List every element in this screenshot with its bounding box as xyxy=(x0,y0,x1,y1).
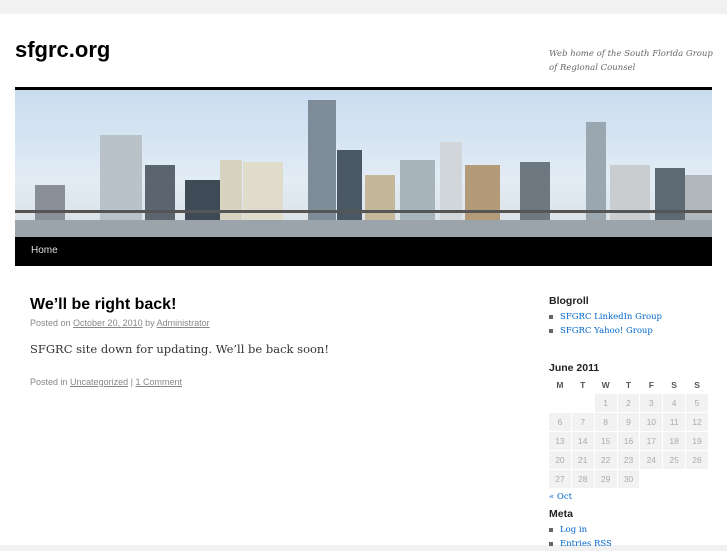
by-label: by xyxy=(145,318,155,328)
calendar-week: 6 7 8 9 10 11 12 xyxy=(549,413,708,431)
calendar-day: 19 xyxy=(686,432,708,450)
site-title[interactable]: sfgrc.org xyxy=(15,37,110,63)
calendar-day: 18 xyxy=(663,432,686,450)
calendar-day: 22 xyxy=(594,451,617,469)
calendar-widget: June 2011 M T W T F S S 1 2 3 4 5 6 7 8 9 10 11 12 13 14 15 16… xyxy=(549,362,709,502)
calendar-day: 17 xyxy=(640,432,663,450)
calendar-day: 7 xyxy=(571,413,594,431)
calendar-day: 9 xyxy=(617,413,640,431)
post-date-link[interactable]: October 20, 2010 xyxy=(73,318,143,328)
blogroll-link-linkedin[interactable]: SFGRC LinkedIn Group xyxy=(560,312,662,322)
calendar-day: 1 xyxy=(594,394,617,412)
calendar-week: 12345 xyxy=(549,394,708,412)
calendar-day: 26 xyxy=(686,451,708,469)
calendar-day: 8 xyxy=(594,413,617,431)
post: We’ll be right back! Posted on October 2… xyxy=(30,296,510,387)
calendar-day: 25 xyxy=(663,451,686,469)
calendar-empty-cell xyxy=(549,394,571,412)
calendar-day: 11 xyxy=(663,413,686,431)
calendar-day: 4 xyxy=(663,394,686,412)
blogroll-title: Blogroll xyxy=(549,295,589,307)
calendar-day: 12 xyxy=(686,413,708,431)
calendar-day: 3 xyxy=(640,394,663,412)
calendar-day-header: S xyxy=(671,380,677,390)
separator: | xyxy=(130,377,133,387)
calendar-day-header: T xyxy=(625,380,632,390)
calendar-day: 5 xyxy=(686,394,708,412)
post-title[interactable]: We’ll be right back! xyxy=(30,296,510,314)
post-meta: Posted on October 20, 2010 by Administra… xyxy=(30,318,510,328)
calendar-title: June 2011 xyxy=(549,362,600,374)
calendar-day: 16 xyxy=(617,432,640,450)
calendar-day: 29 xyxy=(594,470,617,488)
post-footer: Posted in Uncategorized | 1 Comment xyxy=(30,377,510,387)
list-item: Log in xyxy=(549,523,709,537)
post-body: SFGRC site down for updating. We’ll be b… xyxy=(30,342,329,356)
calendar-day-header: T xyxy=(580,380,586,390)
calendar-day: 10 xyxy=(640,413,663,431)
login-link[interactable]: Log in xyxy=(560,525,587,535)
calendar-day-header: M xyxy=(556,380,564,390)
calendar-week: 20 21 22 23 24 25 26 xyxy=(549,451,708,469)
calendar-week: 27 28 29 30 xyxy=(549,470,708,488)
calendar-empty-cell xyxy=(572,394,594,412)
nav-home[interactable]: Home xyxy=(31,245,58,256)
site-description: Web home of the South Florida Group of R… xyxy=(549,49,713,73)
calendar-day: 20 xyxy=(549,451,571,469)
category-link[interactable]: Uncategorized xyxy=(70,377,128,387)
calendar-day-header: S xyxy=(694,380,700,390)
calendar-day: 13 xyxy=(549,432,571,450)
calendar-day: 24 xyxy=(640,451,663,469)
calendar-empty-cell xyxy=(686,470,708,488)
author-link[interactable]: Administrator xyxy=(157,318,210,328)
calendar-day: 30 xyxy=(617,470,640,488)
posted-on-label: Posted on xyxy=(30,318,71,328)
calendar-empty-cell xyxy=(640,470,662,488)
calendar-week: 13 14 15 16 17 18 19 xyxy=(549,432,708,450)
calendar-table: M T W T F S S 1 2 3 4 5 6 7 8 9 10 11 12 13 14 15 16 17 18 19 20 21… xyxy=(548,376,709,489)
entries-rss-link[interactable]: Entries RSS xyxy=(560,539,612,549)
posted-in-label: Posted in xyxy=(30,377,68,387)
calendar-day: 28 xyxy=(571,470,594,488)
list-item: SFGRC LinkedIn Group xyxy=(549,310,709,324)
calendar-day: 21 xyxy=(571,451,594,469)
meta-title: Meta xyxy=(549,508,573,520)
calendar-day: 14 xyxy=(571,432,594,450)
header-banner-image xyxy=(15,87,712,240)
blogroll-widget: Blogroll SFGRC LinkedIn Group SFGRC Yaho… xyxy=(549,295,709,338)
calendar-day: 27 xyxy=(549,470,571,488)
calendar-day: 23 xyxy=(617,451,640,469)
calendar-day: 6 xyxy=(549,413,571,431)
calendar-day: 15 xyxy=(594,432,617,450)
calendar-day-header: W xyxy=(601,380,610,390)
calendar-prev-link[interactable]: « Oct xyxy=(549,492,709,502)
calendar-empty-cell xyxy=(663,470,685,488)
main-nav: Home xyxy=(15,237,712,266)
calendar-day: 2 xyxy=(617,394,640,412)
blogroll-link-yahoo[interactable]: SFGRC Yahoo! Group xyxy=(560,326,653,336)
calendar-day-header: F xyxy=(648,380,654,390)
list-item: Entries RSS xyxy=(549,537,709,551)
list-item: SFGRC Yahoo! Group xyxy=(549,324,709,338)
page: sfgrc.org Web home of the South Florida … xyxy=(0,14,727,549)
comments-link[interactable]: 1 Comment xyxy=(135,377,182,387)
